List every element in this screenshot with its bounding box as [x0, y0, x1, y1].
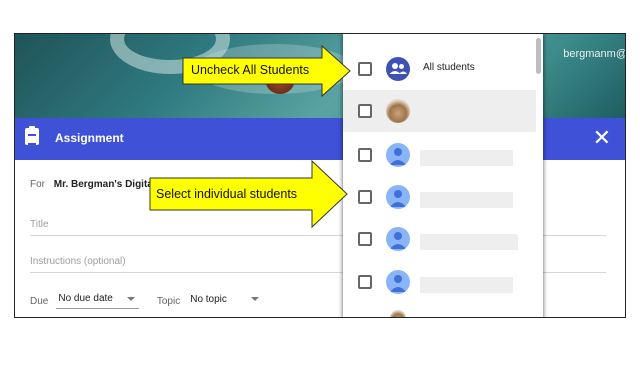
topic-value: No topic: [190, 293, 227, 305]
select-callout: Select individual students: [149, 160, 349, 228]
person-icon: [386, 227, 410, 251]
topic-label: Topic: [156, 295, 181, 307]
student-checkbox[interactable]: [358, 190, 372, 204]
uncheck-callout-text: Uncheck All Students: [191, 63, 310, 77]
all-students-option[interactable]: All students: [343, 48, 536, 90]
person-icon: [386, 270, 410, 294]
student-option[interactable]: [343, 134, 536, 176]
due-date-select[interactable]: No due date: [56, 293, 139, 309]
student-name-placeholder: [420, 150, 513, 166]
chevron-down-icon: [126, 296, 135, 301]
user-name: bergmanm@: [563, 48, 626, 60]
student-dropdown[interactable]: All students: [343, 34, 543, 317]
all-students-label: All students: [423, 62, 475, 73]
group-icon: [386, 57, 410, 81]
dropdown-scrollbar[interactable]: [536, 38, 541, 74]
student-checkbox[interactable]: [358, 275, 372, 289]
uncheck-callout: Uncheck All Students: [182, 45, 352, 97]
student-option[interactable]: [343, 90, 536, 132]
due-label: Due: [30, 295, 49, 307]
student-checkbox[interactable]: [358, 104, 372, 118]
for-row: For Mr. Bergman's Digital C: [30, 179, 166, 190]
due-topic-row: Due No due date Topic No topic: [30, 293, 263, 309]
topic-select[interactable]: No topic: [188, 294, 263, 309]
person-icon: [386, 143, 410, 167]
chevron-down-icon: [250, 297, 259, 301]
select-callout-text: Select individual students: [156, 187, 298, 201]
student-option[interactable]: [343, 176, 536, 218]
student-option[interactable]: [343, 218, 536, 260]
for-label: For: [30, 179, 45, 190]
student-name-placeholder: [420, 277, 513, 293]
person-icon: [386, 185, 410, 209]
student-name-placeholder: [420, 234, 518, 250]
student-photo-avatar: [386, 99, 410, 123]
student-checkbox[interactable]: [358, 232, 372, 246]
close-icon[interactable]: ✕: [593, 125, 611, 151]
clipboard-icon: [25, 126, 39, 145]
student-option[interactable]: [343, 261, 536, 303]
header-title: Assignment: [55, 131, 124, 145]
student-checkbox[interactable]: [358, 148, 372, 162]
student-option[interactable]: [343, 306, 536, 317]
due-value: No due date: [58, 293, 113, 304]
student-photo-avatar: [390, 310, 406, 317]
student-name-placeholder: [420, 192, 513, 208]
all-students-checkbox[interactable]: [358, 62, 372, 76]
